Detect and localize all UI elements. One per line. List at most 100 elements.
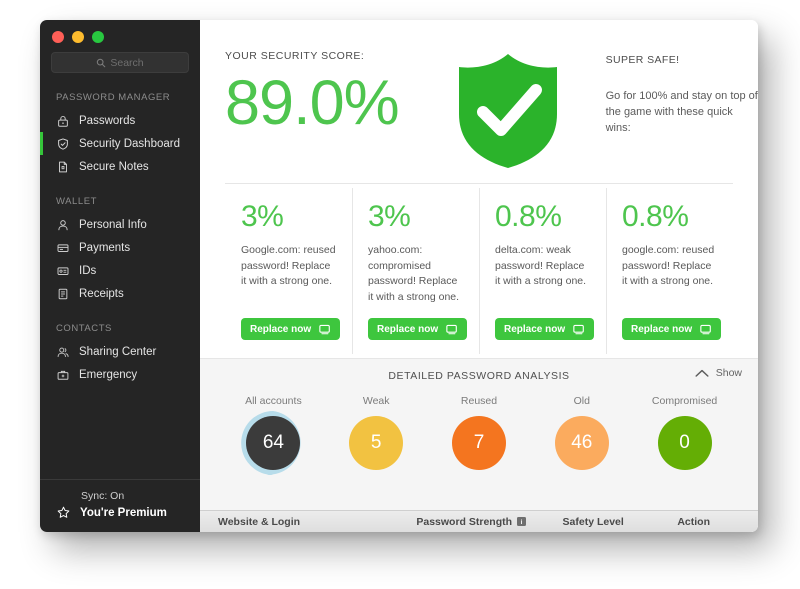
security-score-section: YOUR SECURITY SCORE: 89.0% SUPER SAFE! G… — [200, 20, 758, 183]
sidebar-item-receipts[interactable]: Receipts — [40, 282, 200, 305]
stat-label: Old — [573, 395, 590, 407]
zoom-button-icon[interactable] — [92, 31, 104, 43]
monitor-icon — [319, 324, 330, 334]
app-window: Search PASSWORD MANAGER Passwords Securi… — [40, 20, 758, 532]
column-header-action[interactable]: Action — [677, 516, 740, 528]
stat-value-bubble: 7 — [451, 416, 506, 470]
stat-value: 64 — [262, 432, 284, 453]
sidebar-item-personal-info[interactable]: Personal Info — [40, 213, 200, 236]
sidebar-item-passwords[interactable]: Passwords — [40, 109, 200, 132]
stat-compromised[interactable]: Compromised 0 — [633, 395, 736, 470]
show-toggle-button[interactable]: Show — [695, 367, 742, 379]
replace-now-button[interactable]: Replace now — [368, 318, 468, 340]
card-description: delta.com: weak password! Replace it wit… — [495, 244, 587, 287]
shield-badge — [442, 50, 573, 170]
nav-group-wallet: WALLET Personal Info Payments IDs Receip… — [40, 196, 200, 305]
score-right: SUPER SAFE! Go for 100% and stay on top … — [574, 50, 758, 136]
nav-group-title: PASSWORD MANAGER — [56, 92, 171, 103]
search-input[interactable]: Search — [51, 52, 189, 73]
show-toggle-label: Show — [715, 367, 742, 379]
column-header-safety-level[interactable]: Safety Level — [563, 516, 678, 528]
sidebar-nav: PASSWORD MANAGER Passwords Security Dash… — [40, 92, 200, 479]
stat-value: 7 — [473, 432, 485, 453]
info-icon[interactable]: i — [517, 517, 527, 526]
replace-now-label: Replace now — [504, 323, 566, 335]
card-percent: 0.8% — [622, 200, 689, 233]
stat-weak[interactable]: Weak 5 — [325, 395, 428, 470]
sidebar-item-emergency[interactable]: Emergency — [40, 363, 200, 386]
stat-bubble-wrap: 64 — [241, 411, 302, 475]
stat-label: Reused — [460, 395, 498, 407]
stat-value-bubble: 0 — [657, 416, 712, 470]
sidebar-item-label: Sharing Center — [79, 345, 157, 358]
person-icon — [58, 219, 68, 230]
sidebar-item-security-dashboard[interactable]: Security Dashboard — [40, 132, 200, 155]
replace-now-button[interactable]: Replace now — [622, 318, 722, 340]
id-icon — [57, 266, 69, 275]
premium-status[interactable]: You're Premium — [40, 505, 200, 520]
stats-row: All accounts 64 Weak 5 Reused 7 Old 46 C… — [200, 389, 758, 475]
stat-value-bubble: 5 — [349, 416, 404, 470]
card-description: yahoo.com: compromised password! Replace… — [368, 244, 460, 303]
score-label: YOUR SECURITY SCORE: — [225, 50, 365, 62]
column-label: Action — [677, 515, 711, 528]
stat-label: Weak — [362, 395, 390, 407]
minimize-button-icon[interactable] — [72, 31, 84, 43]
stat-value-bubble: 46 — [554, 416, 609, 470]
column-header-password-strength[interactable]: Password Strength i — [416, 516, 562, 528]
stat-bubble-wrap: 5 — [349, 416, 404, 470]
sidebar-item-label: Emergency — [79, 368, 138, 381]
sidebar-footer: Sync: On You're Premium — [40, 479, 200, 532]
search-icon — [97, 58, 106, 67]
close-button-icon[interactable] — [52, 31, 64, 43]
sidebar-item-payments[interactable]: Payments — [40, 236, 200, 259]
monitor-icon — [573, 324, 584, 334]
column-label: Safety Level — [562, 515, 624, 528]
replace-now-label: Replace now — [250, 323, 312, 335]
card-percent: 3% — [241, 200, 284, 233]
sidebar: Search PASSWORD MANAGER Passwords Securi… — [40, 20, 200, 532]
safety-status-title: SUPER SAFE! — [605, 54, 680, 66]
quick-win-card: 3% yahoo.com: compromised password! Repl… — [352, 184, 479, 358]
safety-status-text: Go for 100% and stay on top of the game … — [605, 90, 758, 134]
shield-icon — [58, 137, 68, 150]
shield-check-icon — [458, 54, 557, 168]
sidebar-item-label: Security Dashboard — [79, 137, 180, 150]
replace-now-label: Replace now — [631, 323, 693, 335]
stat-reused[interactable]: Reused 7 — [428, 395, 531, 470]
lock-icon — [58, 115, 68, 127]
sync-status: Sync: On — [81, 490, 125, 502]
stat-all-accounts[interactable]: All accounts 64 — [222, 395, 325, 475]
card-percent: 3% — [368, 200, 411, 233]
stat-label: All accounts — [245, 395, 302, 407]
search-placeholder: Search — [110, 56, 144, 69]
replace-now-button[interactable]: Replace now — [495, 318, 595, 340]
replace-now-button[interactable]: Replace now — [241, 318, 341, 340]
column-header-website-login[interactable]: Website & Login — [218, 516, 416, 528]
quick-win-card: 3% Google.com: reused password! Replace … — [225, 184, 352, 358]
stat-value-bubble: 64 — [246, 416, 301, 470]
column-label: Website & Login — [218, 515, 301, 528]
sidebar-item-label: Payments — [79, 241, 131, 254]
sidebar-item-label: Personal Info — [79, 218, 147, 231]
main-content: YOUR SECURITY SCORE: 89.0% SUPER SAFE! G… — [200, 20, 758, 532]
sidebar-item-secure-notes[interactable]: Secure Notes — [40, 155, 200, 178]
stat-value: 46 — [571, 432, 593, 453]
nav-group-password-manager: PASSWORD MANAGER Passwords Security Dash… — [40, 92, 200, 178]
sidebar-item-sharing-center[interactable]: Sharing Center — [40, 340, 200, 363]
note-icon — [59, 161, 67, 172]
quick-wins-list: 3% Google.com: reused password! Replace … — [200, 184, 758, 358]
stat-bubble-wrap: 7 — [451, 416, 506, 470]
receipt-icon — [58, 288, 68, 299]
card-description: Google.com: reused password! Replace it … — [241, 244, 336, 287]
stat-label: Compromised — [651, 395, 718, 407]
column-label: Password Strength — [416, 515, 513, 528]
nav-group-contacts: CONTACTS Sharing Center Emergency — [40, 323, 200, 386]
stat-value: 5 — [370, 432, 382, 453]
stat-bubble-wrap: 46 — [554, 416, 609, 470]
stat-old[interactable]: Old 46 — [530, 395, 633, 470]
sidebar-item-ids[interactable]: IDs — [40, 259, 200, 282]
svg-text:i: i — [521, 519, 523, 526]
score-value: 89.0% — [225, 68, 400, 138]
analysis-title: DETAILED PASSWORD ANALYSIS — [388, 369, 570, 382]
